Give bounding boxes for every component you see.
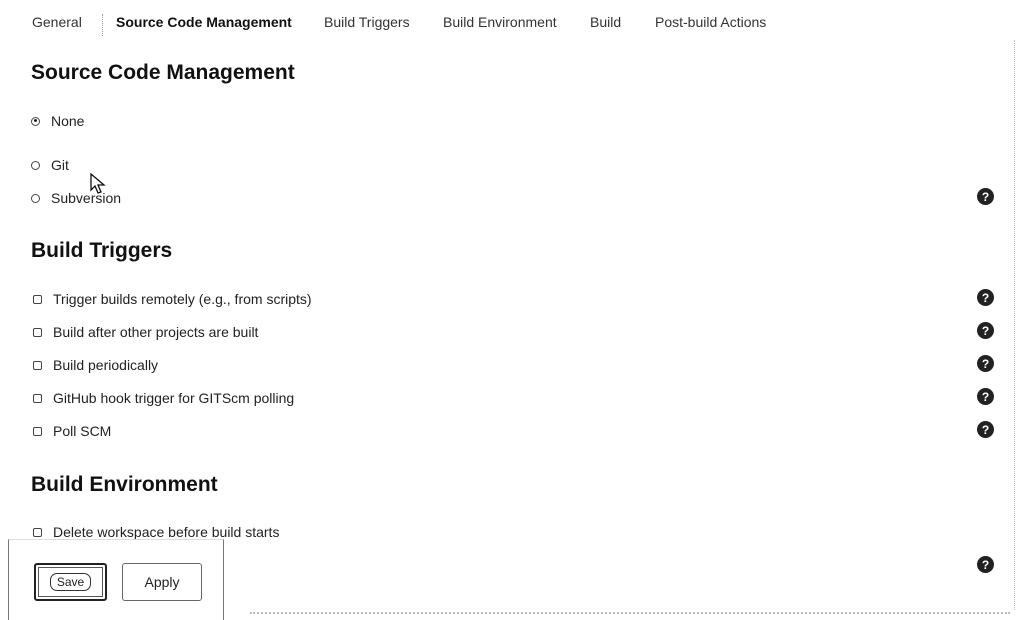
config-tab-bar: General Source Code Management Build Tri…	[0, 0, 1024, 46]
apply-button[interactable]: Apply	[122, 563, 202, 601]
trigger-option-label: Poll SCM	[53, 423, 112, 439]
trigger-option-label: GitHub hook trigger for GITScm polling	[53, 390, 295, 406]
trigger-option-poll-scm[interactable]: Poll SCM	[31, 421, 111, 441]
help-icon[interactable]: ?	[977, 388, 994, 405]
checkbox[interactable]	[33, 360, 42, 370]
trigger-option-label: Build after other projects are built	[53, 324, 259, 340]
checkbox[interactable]	[33, 527, 42, 537]
checkbox[interactable]	[33, 327, 42, 337]
scm-option-label: Git	[51, 157, 69, 173]
trigger-option-after-other-projects[interactable]: Build after other projects are built	[31, 322, 258, 342]
scm-option-git[interactable]: Git	[31, 155, 69, 175]
tab-divider	[102, 14, 103, 36]
build-environment-section-heading: Build Environment	[31, 473, 218, 496]
help-icon[interactable]: ?	[977, 289, 994, 306]
save-button[interactable]: Save	[34, 563, 107, 601]
save-button-label: Save	[49, 573, 92, 591]
build-triggers-section-heading: Build Triggers	[31, 239, 173, 262]
checkbox[interactable]	[33, 426, 42, 436]
trigger-option-label: Trigger builds remotely (e.g., from scri…	[53, 291, 312, 307]
tab-build[interactable]: Build	[590, 14, 621, 30]
trigger-option-remote[interactable]: Trigger builds remotely (e.g., from scri…	[31, 289, 312, 309]
trigger-option-github-hook[interactable]: GitHub hook trigger for GITScm polling	[31, 388, 294, 408]
checkbox[interactable]	[33, 294, 42, 304]
footer-divider	[250, 612, 1010, 614]
trigger-option-periodically[interactable]: Build periodically	[31, 355, 158, 375]
help-icon[interactable]: ?	[977, 355, 994, 372]
checkbox[interactable]	[33, 393, 42, 403]
tab-build-environment[interactable]: Build Environment	[443, 14, 557, 30]
tab-general[interactable]: General	[32, 14, 82, 30]
help-icon[interactable]: ?	[977, 556, 994, 573]
help-icon[interactable]: ?	[977, 322, 994, 339]
trigger-option-label: Build periodically	[53, 357, 159, 373]
scm-section-heading: Source Code Management	[31, 61, 295, 84]
radio-unselected[interactable]	[31, 193, 40, 203]
scm-option-label: None	[51, 113, 85, 129]
radio-selected[interactable]	[31, 116, 40, 126]
env-option-label: Delete workspace before build starts	[53, 524, 280, 540]
help-icon[interactable]: ?	[977, 188, 994, 205]
scm-option-none[interactable]: None	[31, 111, 84, 131]
radio-unselected[interactable]	[31, 160, 40, 170]
page-edge-divider	[1014, 40, 1015, 610]
tab-post-build-actions[interactable]: Post-build Actions	[655, 14, 766, 30]
help-icon[interactable]: ?	[977, 421, 994, 438]
scm-option-subversion[interactable]: Subversion	[31, 188, 121, 208]
scm-option-label: Subversion	[51, 190, 122, 206]
mouse-cursor-icon	[90, 173, 106, 194]
tab-source-code-management[interactable]: Source Code Management	[116, 14, 292, 30]
tab-build-triggers[interactable]: Build Triggers	[324, 14, 410, 30]
bottom-button-bar: Save Apply	[8, 539, 224, 620]
